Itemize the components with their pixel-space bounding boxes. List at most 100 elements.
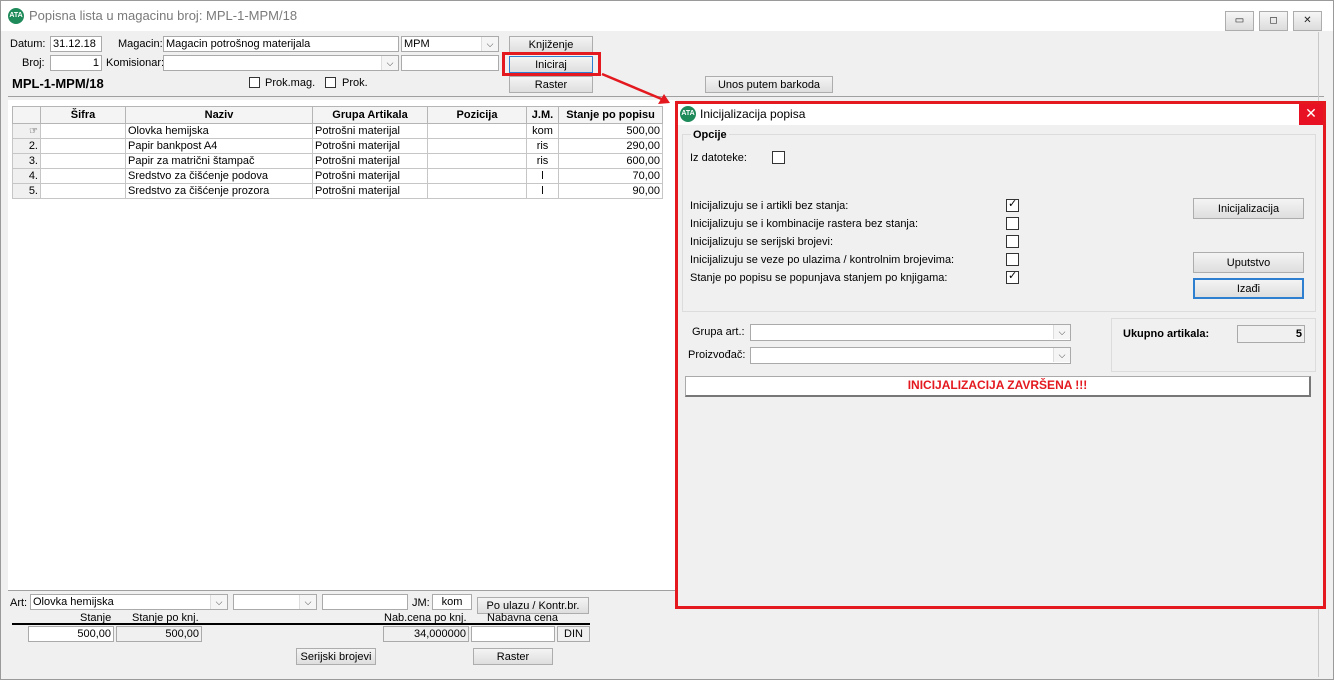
items-table: Šifra Naziv Grupa Artikala Pozicija J.M.… <box>12 106 663 199</box>
nabavna-field[interactable] <box>471 626 555 642</box>
cell-grupa[interactable]: Potrošni materijal <box>312 123 428 139</box>
column-header[interactable]: J.M. <box>526 106 559 124</box>
row-pointer-icon: ☞ <box>12 123 41 139</box>
knjizenje-button[interactable]: Knjiženje <box>509 36 593 53</box>
cell-stanje[interactable]: 90,00 <box>558 183 663 199</box>
magacin-field[interactable]: Magacin potrošnog materijala <box>163 36 399 52</box>
datum-field[interactable]: 31.12.18 <box>50 36 102 52</box>
prok-label: Prok. <box>342 77 368 89</box>
stanje-knj-label: Stanje po knj. <box>132 612 199 624</box>
barkod-button[interactable]: Unos putem barkoda <box>705 76 833 93</box>
minimize-icon: ▭ <box>1234 15 1245 26</box>
currency-field: DIN <box>557 626 590 642</box>
magacin-label: Magacin: <box>118 38 163 50</box>
cell-sifra[interactable] <box>40 153 126 169</box>
cell-sifra[interactable] <box>40 123 126 139</box>
cell-stanje[interactable]: 290,00 <box>558 138 663 154</box>
cell-naziv[interactable]: Sredstvo za čišćenje podova <box>125 168 313 184</box>
footer-raster-button[interactable]: Raster <box>473 648 553 665</box>
cell-jm[interactable]: l <box>526 168 559 184</box>
cell-sifra[interactable] <box>40 138 126 154</box>
row-number: 4. <box>12 168 41 184</box>
cell-naziv[interactable]: Sredstvo za čišćenje prozora <box>125 183 313 199</box>
table-row[interactable]: 4. Sredstvo za čišćenje podova Potrošni … <box>12 168 663 184</box>
column-header[interactable]: Šifra <box>40 106 126 124</box>
close-button[interactable]: ✕ <box>1293 11 1322 31</box>
stanje-label: Stanje <box>80 612 112 624</box>
broj-label: Broj: <box>22 57 45 69</box>
prok-checkbox[interactable] <box>325 77 336 88</box>
table-row[interactable]: ☞ Olovka hemijska Potrošni materijal kom… <box>12 123 663 139</box>
cell-sifra[interactable] <box>40 183 126 199</box>
komisionar-combo[interactable]: ⌵ <box>163 55 399 71</box>
cell-stanje[interactable]: 600,00 <box>558 153 663 169</box>
datum-label: Datum: <box>10 38 46 50</box>
art-label: Art: <box>10 597 28 609</box>
cell-jm[interactable]: ris <box>526 138 559 154</box>
app-logo-icon: ATA <box>8 8 24 24</box>
cell-grupa[interactable]: Potrošni materijal <box>312 168 428 184</box>
chevron-down-icon[interactable]: ⌵ <box>481 37 498 51</box>
maximize-button[interactable]: ◻ <box>1259 11 1288 31</box>
cell-pozicija[interactable] <box>427 153 527 169</box>
jm-field[interactable]: kom <box>432 594 472 610</box>
chevron-down-icon[interactable]: ⌵ <box>381 56 398 70</box>
chevron-down-icon[interactable]: ⌵ <box>210 595 227 609</box>
close-icon: ✕ <box>1303 15 1312 26</box>
cell-pozicija[interactable] <box>427 138 527 154</box>
prokmag-label: Prok.mag. <box>265 77 316 89</box>
arrow-annotation <box>601 72 670 104</box>
table-header-row: Šifra Naziv Grupa Artikala Pozicija J.M.… <box>12 106 663 124</box>
art-combo-2[interactable]: ⌵ <box>233 594 317 610</box>
cell-jm[interactable]: kom <box>526 123 559 139</box>
row-number: 2. <box>12 138 41 154</box>
cell-pozicija[interactable] <box>427 183 527 199</box>
prokmag-checkbox[interactable] <box>249 77 260 88</box>
jm-label: JM: <box>412 597 430 609</box>
minimize-button[interactable]: ▭ <box>1225 11 1254 31</box>
column-header[interactable]: Grupa Artikala <box>312 106 428 124</box>
table-row[interactable]: 2. Papir bankpost A4 Potrošni materijal … <box>12 138 663 154</box>
cell-grupa[interactable]: Potrošni materijal <box>312 138 428 154</box>
row-number-header <box>12 106 41 124</box>
column-header[interactable]: Pozicija <box>427 106 527 124</box>
art-text-field[interactable] <box>322 594 408 610</box>
komisionar-extra-field[interactable] <box>401 55 499 71</box>
table-row[interactable]: 5. Sredstvo za čišćenje prozora Potrošni… <box>12 183 663 199</box>
column-header[interactable]: Naziv <box>125 106 313 124</box>
nabcena-field: 34,000000 <box>383 626 469 642</box>
table-row[interactable]: 3. Papir za matrični štampač Potrošni ma… <box>12 153 663 169</box>
iniciraj-button[interactable]: Iniciraj <box>509 56 593 73</box>
maximize-icon: ◻ <box>1269 15 1278 26</box>
art-combo[interactable]: Olovka hemijska ⌵ <box>30 594 228 610</box>
serijski-button[interactable]: Serijski brojevi <box>296 648 376 665</box>
row-number: 5. <box>12 183 41 199</box>
nabavna-label: Nabavna cena <box>487 612 558 624</box>
cell-naziv[interactable]: Olovka hemijska <box>125 123 313 139</box>
cell-naziv[interactable]: Papir bankpost A4 <box>125 138 313 154</box>
cell-stanje[interactable]: 500,00 <box>558 123 663 139</box>
magacin-code-combo[interactable]: MPM ⌵ <box>401 36 499 52</box>
komisionar-label: Komisionar: <box>106 57 165 69</box>
doc-number: MPL-1-MPM/18 <box>12 76 104 91</box>
cell-naziv[interactable]: Papir za matrični štampač <box>125 153 313 169</box>
stanje-knj-field: 500,00 <box>116 626 202 642</box>
broj-field[interactable]: 1 <box>50 55 102 71</box>
row-number: 3. <box>12 153 41 169</box>
stanje-field[interactable]: 500,00 <box>28 626 114 642</box>
cell-grupa[interactable]: Potrošni materijal <box>312 153 428 169</box>
window-title: Popisna lista u magacinu broj: MPL-1-MPM… <box>29 8 298 23</box>
cell-jm[interactable]: ris <box>526 153 559 169</box>
magacin-code-value: MPM <box>404 38 430 50</box>
cell-pozicija[interactable] <box>427 168 527 184</box>
cell-stanje[interactable]: 70,00 <box>558 168 663 184</box>
cell-grupa[interactable]: Potrošni materijal <box>312 183 428 199</box>
nabcena-label: Nab.cena po knj. <box>384 612 467 624</box>
cell-jm[interactable]: l <box>526 183 559 199</box>
cell-sifra[interactable] <box>40 168 126 184</box>
title-bar: ATA Popisna lista u magacinu broj: MPL-1… <box>1 1 1333 31</box>
cell-pozicija[interactable] <box>427 123 527 139</box>
raster-button[interactable]: Raster <box>509 76 593 93</box>
chevron-down-icon[interactable]: ⌵ <box>299 595 316 609</box>
art-value: Olovka hemijska <box>33 596 114 608</box>
